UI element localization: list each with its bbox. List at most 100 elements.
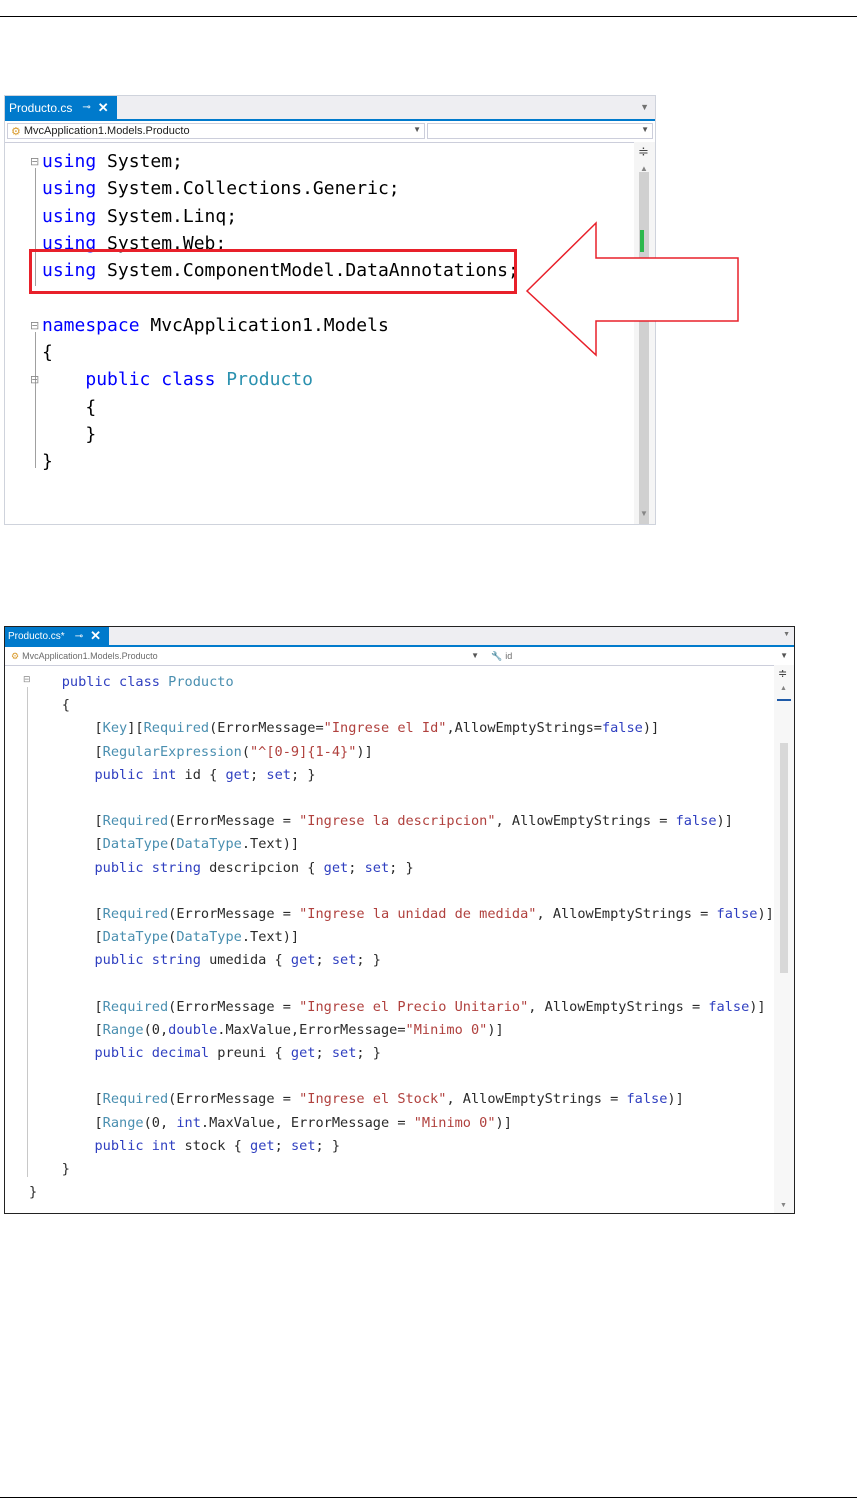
code-line[interactable]: [Key][Required(ErrorMessage="Ingrese el … (29, 717, 774, 740)
code-line[interactable]: [Required(ErrorMessage = "Ingrese la uni… (29, 903, 773, 926)
code-line[interactable]: using System; (42, 148, 519, 175)
code-line[interactable]: [Required(ErrorMessage = "Ingrese la des… (29, 810, 774, 833)
code-line[interactable]: [RegularExpression("^[0-9]{1-4}")] (29, 741, 774, 764)
code-text[interactable]: public class Producto { [Key][Required(E… (29, 671, 774, 1204)
code-token-keyword: get (250, 1137, 275, 1154)
code-token: )] (749, 998, 766, 1015)
member-dropdown[interactable]: 🔧 id ▼ (487, 649, 792, 663)
code-editor-2: Producto.cs* ⊸ ✕ ▼ ⚙ MvcApplication1.Mod… (4, 626, 795, 1214)
code-token: System.Linq; (96, 205, 238, 227)
scroll-up-icon[interactable]: ▲ (780, 685, 787, 692)
code-token-keyword: public (94, 1045, 144, 1061)
code-line[interactable]: public int stock { get; set; } (29, 1135, 774, 1158)
collapse-icon[interactable]: ⊟ (30, 319, 39, 332)
code-token: (ErrorMessage = (168, 813, 300, 830)
code-token-type: Required (102, 1091, 169, 1108)
code-token: { (42, 342, 53, 364)
close-icon[interactable]: ✕ (90, 628, 101, 644)
code-token-string: "Ingrese el Id" (323, 720, 447, 737)
code-line[interactable]: public string umedida { get; set; } (29, 949, 774, 972)
code-token-keyword: false (716, 905, 758, 922)
code-line[interactable]: [Range(0,double.MaxValue,ErrorMessage="M… (29, 1019, 774, 1042)
split-icon[interactable]: ≑ (778, 667, 787, 680)
code-token: System.Collections.Generic; (96, 178, 400, 200)
code-token-keyword: set (331, 952, 357, 969)
code-line[interactable]: { (42, 394, 519, 421)
collapse-icon[interactable]: ⊟ (30, 155, 39, 168)
code-line[interactable]: } (42, 421, 519, 448)
scrollbar-thumb[interactable] (780, 743, 788, 973)
pin-icon[interactable]: ⊸ (75, 631, 83, 642)
code-token: System; (96, 151, 183, 172)
tab-producto-cs[interactable]: Producto.cs ⊸ ✕ (5, 96, 117, 119)
tab-producto-cs-modified[interactable]: Producto.cs* ⊸ ✕ (5, 627, 109, 645)
code-line[interactable]: [DataType(DataType.Text)] (29, 833, 774, 856)
code-token-type: Producto (226, 369, 313, 391)
code-token: ; (274, 1137, 291, 1154)
scroll-down-icon[interactable]: ▼ (780, 1202, 787, 1209)
code-token-keyword: get (290, 952, 316, 969)
code-line[interactable]: [DataType(DataType.Text)] (29, 926, 774, 949)
code-token: [ (29, 1114, 103, 1131)
code-line[interactable]: using System.Collections.Generic; (42, 175, 519, 202)
member-dropdown-value: id (505, 651, 513, 661)
code-line[interactable] (29, 972, 774, 995)
code-token: .Text)] (241, 836, 300, 853)
code-line[interactable]: public decimal preuni { get; set; } (29, 1042, 774, 1065)
code-line[interactable]: } (42, 448, 519, 475)
code-line[interactable] (29, 880, 774, 903)
code-line[interactable]: namespace MvcApplication1.Models (42, 312, 519, 339)
code-token-type: Required (143, 720, 210, 737)
code-token: )] (495, 1114, 512, 1131)
code-line[interactable]: public string descripcion { get; set; } (29, 857, 774, 880)
code-token-keyword: using (42, 205, 97, 227)
code-token: { (29, 697, 70, 714)
collapse-icon[interactable]: ⊟ (30, 373, 39, 386)
code-token: ; } (389, 859, 414, 876)
chevron-down-icon: ▼ (641, 125, 649, 134)
code-line[interactable]: { (29, 694, 774, 717)
chevron-down-icon: ▼ (780, 651, 788, 660)
code-line[interactable]: [Range(0, int.MaxValue, ErrorMessage = "… (29, 1112, 774, 1135)
code-token: [ (29, 720, 103, 737)
code-token-string: "Ingrese la unidad de medida" (299, 905, 537, 922)
code-line[interactable]: using System.Linq; (42, 203, 519, 230)
navigation-bar: ⚙ MvcApplication1.Models.Producto ▼ 🔧 id… (5, 647, 794, 666)
code-token: ; } (356, 952, 381, 969)
code-token: id { (176, 766, 226, 783)
code-token-keyword: int (151, 766, 177, 783)
code-line[interactable]: public class Producto (42, 366, 519, 393)
pin-icon[interactable]: ⊸ (82, 102, 90, 113)
code-line[interactable]: public int id { get; set; } (29, 764, 774, 787)
tab-overflow-icon[interactable]: ▼ (640, 102, 649, 112)
scroll-down-icon[interactable]: ▼ (640, 509, 648, 518)
code-line[interactable]: { (42, 339, 519, 366)
code-token-type: DataType (176, 836, 242, 853)
code-token: ; (315, 952, 332, 969)
code-line[interactable]: [Required(ErrorMessage = "Ingrese el Pre… (29, 996, 774, 1019)
split-icon[interactable]: ≑ (638, 144, 649, 160)
code-line[interactable]: } (29, 1158, 774, 1181)
code-token: umedida { (200, 952, 291, 969)
code-line[interactable]: public class Producto (29, 671, 774, 694)
vertical-scrollbar[interactable]: ≑ ▲ ▼ (774, 665, 794, 1213)
code-token: , AllowEmptyStrings = (528, 998, 709, 1015)
type-dropdown[interactable]: ⚙ MvcApplication1.Models.Producto ▼ (7, 649, 483, 663)
type-dropdown[interactable]: ⚙ MvcApplication1.Models.Producto ▼ (7, 123, 425, 139)
code-line[interactable]: } (29, 1181, 774, 1204)
type-dropdown-value: MvcApplication1.Models.Producto (22, 651, 158, 661)
code-line[interactable] (29, 1065, 774, 1088)
code-token-string: "Ingrese la descripcion" (299, 813, 496, 830)
code-line[interactable] (29, 787, 774, 810)
tab-overflow-icon[interactable]: ▼ (783, 631, 790, 638)
code-line[interactable]: [Required(ErrorMessage = "Ingrese el Sto… (29, 1088, 774, 1111)
outline-line (27, 687, 28, 1177)
code-token-keyword: class (119, 674, 160, 690)
code-text[interactable]: using System; using System.Collections.Ge… (42, 148, 519, 476)
class-icon: ⚙ (11, 125, 21, 138)
member-dropdown[interactable]: ▼ (427, 123, 653, 139)
close-icon[interactable]: ✕ (98, 100, 109, 116)
